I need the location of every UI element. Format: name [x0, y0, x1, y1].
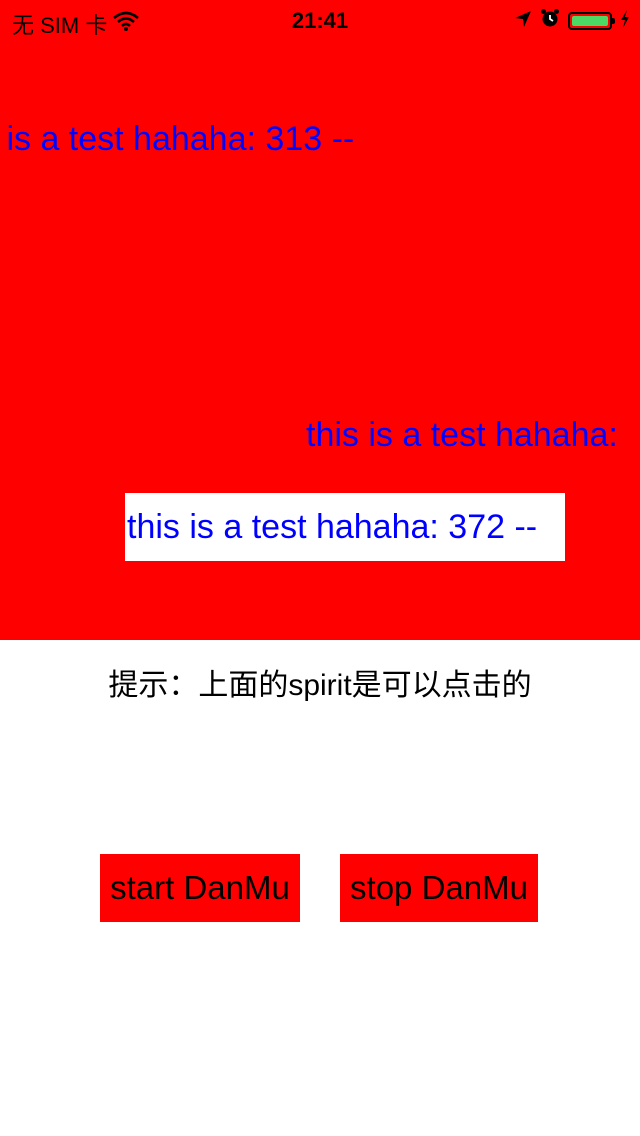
danmu-sprite[interactable]: s is a test hahaha: 313 -- [0, 122, 354, 156]
start-danmu-button[interactable]: start DanMu [100, 854, 300, 922]
status-indicators [514, 8, 630, 34]
location-arrow-icon [514, 8, 532, 34]
battery-level [572, 16, 608, 26]
hint-text: 提示：上面的spirit是可以点击的 [108, 669, 532, 702]
stop-danmu-button[interactable]: stop DanMu [340, 854, 538, 922]
danmu-sprite-highlighted[interactable]: this is a test hahaha: 372 -- [125, 493, 565, 561]
danmu-area: s is a test hahaha: 313 -- -- this is a … [0, 0, 640, 640]
status-bar: 无 SIM 卡 21:41 [0, 0, 640, 40]
danmu-sprite[interactable]: this is a test hahaha: [306, 418, 618, 452]
alarm-clock-icon [540, 8, 560, 34]
battery-nub [612, 18, 615, 24]
battery-icon [568, 12, 615, 30]
charging-bolt-icon [620, 8, 630, 34]
